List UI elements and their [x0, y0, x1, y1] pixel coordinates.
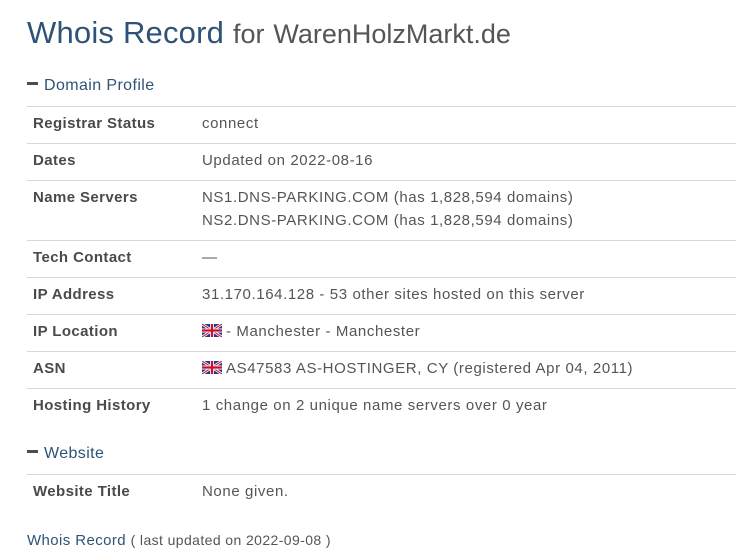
row-key: Hosting History	[33, 397, 151, 414]
footer: Whois Record ( last updated on 2022-09-0…	[27, 532, 331, 549]
last-updated-note: ( last updated on 2022-09-08 )	[130, 532, 331, 548]
collapse-icon	[27, 450, 38, 454]
collapse-icon	[27, 82, 38, 86]
row-value: 31.170.164.128 - 53 other sites hosted o…	[202, 286, 585, 303]
table-row-asn: ASN AS47583 AS-HOSTINGER, CY (registered…	[27, 352, 736, 389]
row-key: Website Title	[33, 483, 131, 500]
row-key: Dates	[33, 152, 76, 169]
section-heading-website: Website	[44, 445, 105, 462]
table-row-dates: Dates Updated on 2022-08-16	[27, 144, 736, 181]
row-value: —	[202, 249, 218, 266]
row-value: connect	[202, 115, 259, 132]
table-row-name-servers: Name Servers NS1.DNS-PARKING.COM (has 1,…	[27, 181, 736, 241]
asn-text: AS47583 AS-HOSTINGER, CY (registered Apr…	[226, 360, 634, 377]
row-key: Tech Contact	[33, 249, 132, 266]
row-value: NS1.DNS-PARKING.COM (has 1,828,594 domai…	[202, 186, 573, 232]
whois-record-link[interactable]: Whois Record	[27, 532, 126, 549]
page-title-for: for	[232, 19, 265, 49]
page-title-main: Whois Record	[27, 15, 225, 50]
table-row-ip-location: IP Location - Manchester - Manchester	[27, 315, 736, 352]
row-value: - Manchester - Manchester	[202, 320, 420, 343]
table-row-registrar-status: Registrar Status connect	[27, 107, 736, 144]
table-row-website-title: Website Title None given.	[27, 475, 736, 511]
row-value: Updated on 2022-08-16	[202, 152, 374, 169]
row-key: ASN	[33, 360, 66, 377]
row-key: Registrar Status	[33, 115, 156, 132]
table-row-tech-contact: Tech Contact —	[27, 241, 736, 278]
website-table: Website Title None given.	[27, 474, 736, 511]
row-key: IP Address	[33, 286, 115, 303]
name-server-1: NS1.DNS-PARKING.COM (has 1,828,594 domai…	[202, 189, 574, 206]
row-value: 1 change on 2 unique name servers over 0…	[202, 397, 548, 414]
uk-flag-icon	[202, 361, 222, 374]
row-key: IP Location	[33, 323, 118, 340]
domain-profile-table: Registrar Status connect Dates Updated o…	[27, 106, 736, 425]
section-heading-domain-profile: Domain Profile	[44, 77, 155, 94]
row-key: Name Servers	[33, 189, 138, 206]
section-toggle-website[interactable]: Website	[27, 444, 104, 464]
uk-flag-icon	[202, 324, 222, 337]
page-title-domain: WarenHolzMarkt.de	[273, 19, 511, 49]
name-server-2: NS2.DNS-PARKING.COM (has 1,828,594 domai…	[202, 212, 574, 229]
table-row-ip-address: IP Address 31.170.164.128 - 53 other sit…	[27, 278, 736, 315]
table-row-hosting-history: Hosting History 1 change on 2 unique nam…	[27, 389, 736, 425]
ip-location-text: - Manchester - Manchester	[226, 323, 421, 340]
section-toggle-domain-profile[interactable]: Domain Profile	[27, 76, 155, 96]
page-title: Whois Record for WarenHolzMarkt.de	[27, 14, 511, 52]
row-value: AS47583 AS-HOSTINGER, CY (registered Apr…	[202, 357, 633, 380]
row-value: None given.	[202, 483, 289, 500]
